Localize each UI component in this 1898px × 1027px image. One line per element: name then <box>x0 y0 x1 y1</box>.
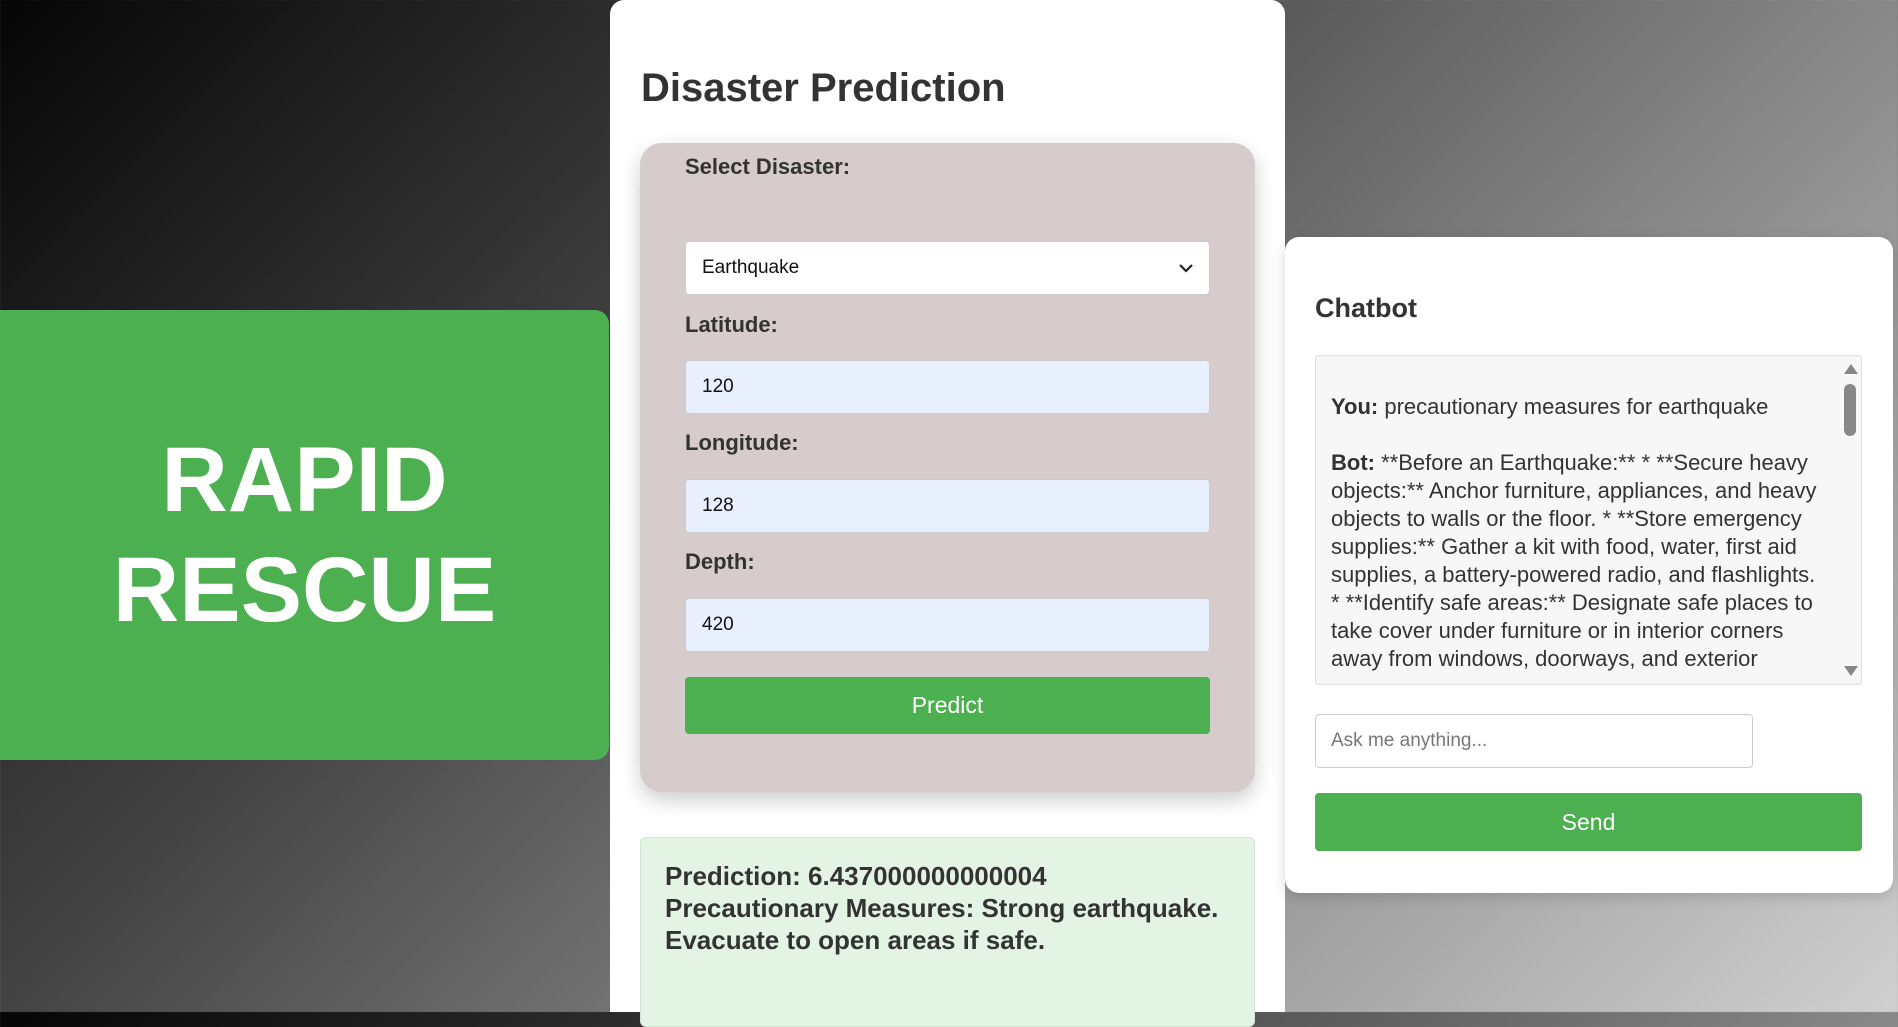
chat-input[interactable]: Ask me anything... <box>1315 714 1753 768</box>
chatbot-title: Chatbot <box>1315 293 1417 323</box>
longitude-input[interactable]: 128 <box>685 479 1210 533</box>
disaster-select[interactable]: Earthquake <box>685 241 1210 295</box>
prediction-value: Prediction: 6.437000000000004 <box>665 861 1047 891</box>
chat-scrollbar[interactable] <box>1839 356 1861 684</box>
longitude-label: Longitude: <box>685 430 799 455</box>
brand-banner: RAPID RESCUE <box>0 310 609 760</box>
scroll-up-arrow-icon[interactable] <box>1844 364 1858 374</box>
scrollbar-thumb[interactable] <box>1844 384 1856 436</box>
prediction-form: Select Disaster: Earthquake Latitude: 12… <box>640 143 1255 792</box>
latitude-label: Latitude: <box>685 312 778 337</box>
page-title: Disaster Prediction <box>641 66 1006 110</box>
chat-log[interactable]: You: precautionary measures for earthqua… <box>1315 355 1862 685</box>
brand-line-1: RAPID <box>161 429 448 531</box>
message-speaker: Bot: <box>1331 450 1375 475</box>
chatbot-panel: Chatbot You: precautionary measures for … <box>1285 237 1893 893</box>
prediction-result: Prediction: 6.437000000000004 Precaution… <box>640 837 1255 1027</box>
message-text: **Before an Earthquake:** * **Secure hea… <box>1331 450 1817 671</box>
message-speaker: You: <box>1331 394 1379 419</box>
select-disaster-label: Select Disaster: <box>685 154 851 179</box>
chevron-down-icon <box>1179 257 1193 279</box>
chat-message-user: You: precautionary measures for earthqua… <box>1331 393 1821 421</box>
message-text: precautionary measures for earthquake <box>1378 394 1769 419</box>
prediction-panel: Disaster Prediction Select Disaster: Ear… <box>610 0 1285 1027</box>
precautionary-measures: Precautionary Measures: Strong earthquak… <box>665 893 1219 955</box>
predict-button[interactable]: Predict <box>685 677 1210 734</box>
chat-message-bot: Bot: **Before an Earthquake:** * **Secur… <box>1331 449 1821 673</box>
latitude-input[interactable]: 120 <box>685 360 1210 414</box>
depth-input[interactable]: 420 <box>685 598 1210 652</box>
send-button[interactable]: Send <box>1315 793 1862 851</box>
disaster-select-value: Earthquake <box>702 257 800 278</box>
scroll-down-arrow-icon[interactable] <box>1844 666 1858 676</box>
depth-label: Depth: <box>685 549 755 574</box>
brand-line-2: RESCUE <box>112 539 497 641</box>
